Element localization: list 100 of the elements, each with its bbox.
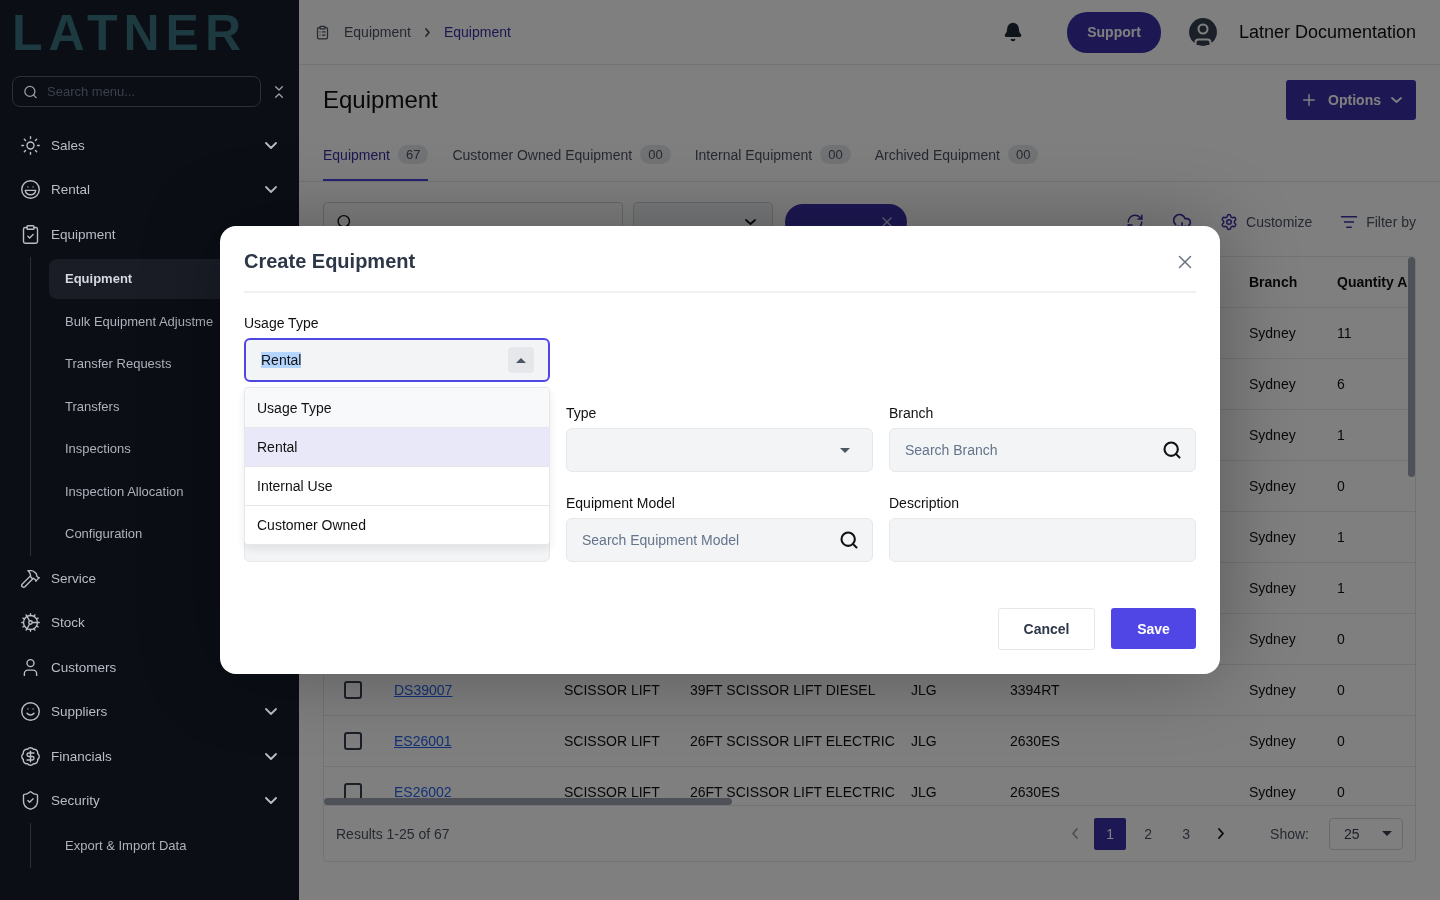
breadcrumb-link[interactable]: Equipment [344,24,411,40]
chevron-icon [1391,97,1402,103]
table-cell: Sydney [1249,579,1296,596]
chevron-icon [1072,828,1079,839]
table-cell: 6 [1337,375,1345,392]
table-cell: 0 [1337,783,1345,800]
field-label: Usage Type [244,315,320,331]
search-icon [23,84,38,99]
sidebar-item[interactable]: Sales [12,123,287,168]
dropdown-option[interactable]: Rental [245,427,549,466]
tab[interactable]: Archived Equipment 00 [874,130,1039,181]
clipboard-icon [315,24,330,40]
settings-icon [1220,213,1239,231]
customize-button[interactable]: Customize [1220,213,1313,231]
table-cell: Sydney [1249,477,1296,494]
table-cell: Sydney [1249,324,1296,341]
count-badge: 00 [1007,145,1039,164]
table-cell: Sydney [1249,783,1296,800]
table-cell: 0 [1337,630,1345,647]
chevron-icon [265,141,277,149]
filter-button[interactable]: Filter by [1340,213,1416,231]
sidebar-icon [20,134,41,156]
table-cell: SCISSOR LIFT [564,681,660,698]
results-text: Results 1-25 of 67 [336,825,451,842]
column-header: Branch [1249,273,1298,290]
caret-icon [1382,831,1392,836]
table-cell: Sydney [1249,732,1296,749]
tab[interactable]: Equipment 67 [323,130,429,181]
dropdown-option[interactable]: Customer Owned [245,505,549,544]
sidebar-item[interactable]: Financials [12,734,287,779]
show-label: Show: [1270,825,1309,842]
chevron-icon [265,752,277,760]
field-label: Type [566,405,598,421]
chevron-icon [424,27,430,37]
count-badge: 00 [640,145,671,164]
scrollbar[interactable] [324,798,732,805]
user-name: Latner Documentation [1238,21,1416,43]
sidebar-icon [20,612,41,634]
tab[interactable]: Internal Equipment 00 [694,130,851,181]
sidebar-subitem[interactable]: Export & Import Data [49,825,287,865]
scrollbar[interactable] [1408,257,1415,477]
sidebar-item[interactable]: Suppliers [12,689,287,734]
field-label: Equipment Model [566,495,676,511]
table-cell: 1 [1337,528,1345,545]
bell-icon[interactable] [1003,22,1024,42]
select-field[interactable]: Rental [244,338,550,382]
table-cell: SCISSOR LIFT [564,783,660,800]
row-checkbox[interactable] [344,680,362,699]
dropdown-option[interactable]: Usage Type [245,388,549,427]
support-button[interactable]: Support [1067,11,1161,53]
count-badge: 00 [820,145,851,164]
table-cell: 2630ES [1010,732,1060,749]
cancel-button[interactable]: Cancel [998,608,1095,650]
column-header: Quantity A [1337,273,1408,290]
sidebar-icon [20,701,41,723]
chevron-icon [265,797,277,805]
sidebar-item[interactable]: Rental [12,167,287,212]
search-icon [1162,440,1182,460]
chevron-icon [265,708,277,716]
caret-icon [840,447,850,453]
options-button[interactable]: Options [1286,80,1416,120]
sidebar-item[interactable]: Service [12,556,287,601]
page-button[interactable]: 3 [1170,817,1203,850]
table-cell: 3394RT [1010,681,1060,698]
table-cell: 0 [1337,681,1345,698]
table-cell: 0 [1337,477,1345,494]
table-cell: 1 [1337,579,1345,596]
row-checkbox[interactable] [344,731,362,750]
dropdown-option[interactable]: Internal Use [245,466,549,505]
table-cell: 26FT SCISSOR LIFT ELECTRIC [690,732,895,749]
table-cell: Sydney [1249,630,1296,647]
sidebar-icon [20,745,41,767]
sidebar-item[interactable]: Security [12,778,287,823]
sidebar-icon [20,179,41,201]
tab[interactable]: Customer Owned Equipment 00 [452,130,671,181]
page-title: Equipment [323,86,438,114]
chevron-icon [265,186,277,194]
filter-icon [1340,213,1359,231]
table-cell: 0 [1337,732,1345,749]
breadcrumb-link[interactable]: Equipment [443,24,511,40]
selected-value: Rental [261,352,302,368]
sidebar-icon [20,223,41,245]
count-badge: 67 [397,145,429,164]
table-cell: SCISSOR LIFT [564,732,660,749]
sidebar-icon [20,790,41,812]
page-button[interactable]: 2 [1132,817,1165,850]
table-cell: Sydney [1249,681,1296,698]
table-cell: 2630ES [1010,783,1060,800]
page-button[interactable]: 1 [1094,817,1127,850]
table-cell: 39FT SCISSOR LIFT DIESEL [690,681,876,698]
table-cell: JLG [911,783,937,800]
caret-icon [516,357,526,363]
sidebar-item[interactable]: Stock [12,600,287,645]
select-field[interactable] [566,428,873,472]
table-cell: Sydney [1249,528,1296,545]
save-button[interactable]: Save [1111,608,1196,649]
table-cell: 11 [1337,324,1352,341]
input-field[interactable] [889,518,1196,562]
page-size-select[interactable]: 25 [1329,817,1403,850]
search-icon [839,530,859,550]
